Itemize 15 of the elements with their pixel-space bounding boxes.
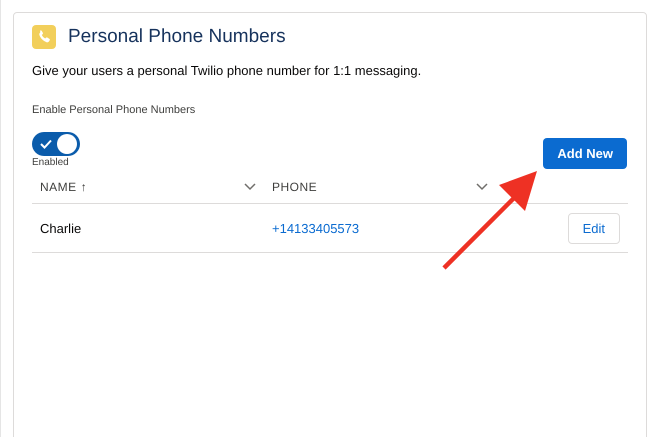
column-header[interactable]: PHONE	[272, 180, 318, 194]
toggle-switch[interactable]	[32, 132, 80, 156]
toggle-status: Enabled	[32, 157, 70, 168]
column-header[interactable]: NAME ↑	[40, 180, 88, 194]
phone-icon	[32, 25, 56, 49]
phone-link[interactable]: +14133405573	[272, 220, 360, 236]
toggle-label: Enable Personal Phone Numbers	[32, 104, 196, 116]
card-title: Personal Phone Numbers	[68, 26, 286, 48]
description: Give your users a personal Twilio phone number for 1:1 messaging.	[32, 63, 422, 78]
add-new-button[interactable]: Add New	[543, 138, 627, 169]
check-icon	[40, 139, 52, 149]
chevron-down-icon[interactable]	[476, 183, 488, 191]
table-cell: Charlie	[40, 220, 82, 236]
edit-button[interactable]: Edit	[568, 212, 620, 244]
chevron-down-icon[interactable]	[244, 183, 256, 191]
